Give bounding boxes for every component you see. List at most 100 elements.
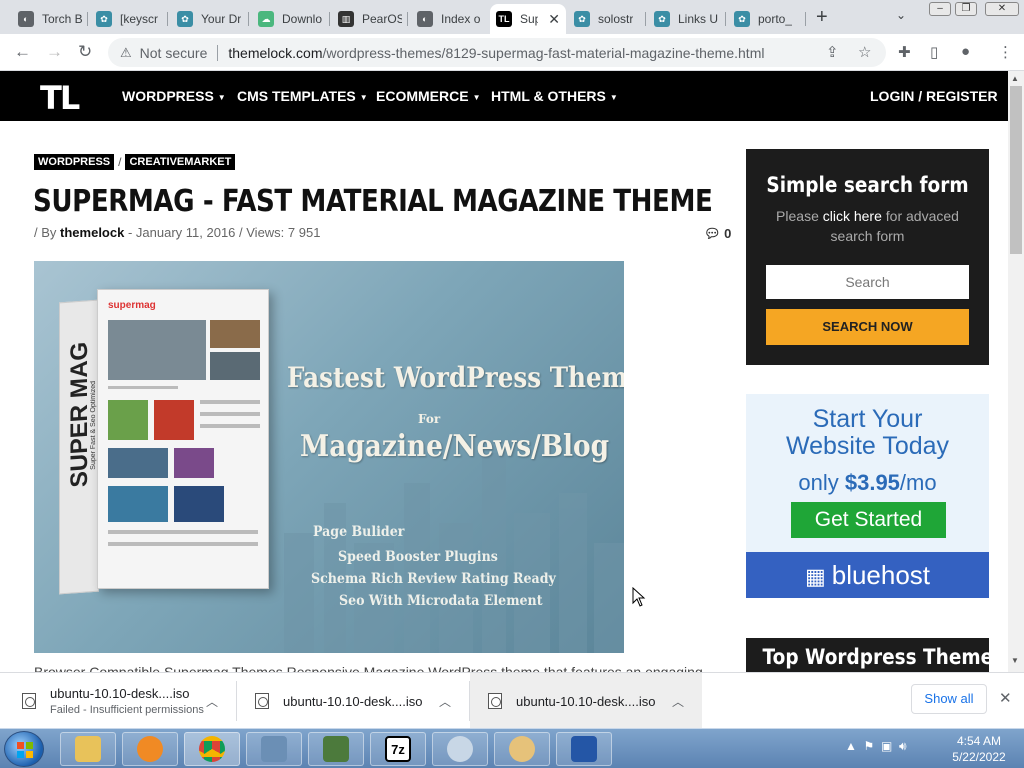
taskbar-clock[interactable]: 4:54 AM 5/22/2022 <box>944 733 1014 765</box>
iso-file-icon <box>22 693 36 709</box>
iso-file-icon <box>488 693 502 709</box>
tab-title: PearOS <box>362 12 402 26</box>
url-text[interactable]: themelock.com/wordpress-themes/8129-supe… <box>228 45 764 61</box>
comment-count-value: 0 <box>724 226 732 241</box>
category-wordpress[interactable]: WORDPRESS <box>34 154 115 170</box>
download-item[interactable]: ubuntu-10.10-desk....iso ︿ <box>237 673 469 729</box>
network-monitor-icon <box>323 736 349 762</box>
caret-down-icon: ▼ <box>472 92 481 102</box>
tab-favicon-icon: ✿ <box>734 11 750 27</box>
taskbar-chrome[interactable] <box>184 732 240 766</box>
close-downloads-icon[interactable]: ✕ <box>999 689 1012 707</box>
browser-tab[interactable]: ◐ Index o <box>411 4 487 34</box>
taskbar-explorer[interactable] <box>60 732 116 766</box>
system-tray-icons[interactable]: ▲ ⚑ ▣ 🔊︎ <box>845 739 907 754</box>
screenshot-logo: supermag <box>108 300 156 311</box>
feature-item: Speed Booster Plugins <box>338 549 498 565</box>
hero-for-label: For <box>418 412 441 426</box>
bookmark-star-icon[interactable]: ☆ <box>858 43 871 61</box>
taskbar-paint[interactable] <box>494 732 550 766</box>
taskbar-app-user[interactable] <box>246 732 302 766</box>
back-icon[interactable]: ← <box>14 42 31 62</box>
meta-by: / By <box>34 225 57 240</box>
start-button[interactable] <box>4 731 44 767</box>
forward-icon[interactable]: → <box>46 42 63 62</box>
top-themes-title: Top Wordpress Themes <box>762 645 989 669</box>
site-logo[interactable]: TL <box>40 79 80 117</box>
taskbar-7zip[interactable]: 7z <box>370 732 426 766</box>
caret-down-icon: ▼ <box>217 92 226 102</box>
menu-kebab-icon[interactable]: ⋮ <box>998 43 1013 61</box>
browser-tab[interactable]: ◐ Torch B <box>12 4 88 34</box>
download-item[interactable]: ubuntu-10.10-desk....iso ︿ <box>470 673 702 729</box>
hero-image[interactable]: SUPER MAG Super Fast & Seo Optimized sup… <box>34 261 624 653</box>
download-item[interactable]: ubuntu-10.10-desk....iso Failed - Insuff… <box>0 673 236 729</box>
chevron-up-icon[interactable]: ︿ <box>439 693 451 710</box>
box-spine: SUPER MAG Super Fast & Seo Optimized <box>59 299 99 595</box>
author-link[interactable]: themelock <box>60 225 124 240</box>
new-tab-button[interactable]: + <box>816 6 828 29</box>
minimize-button[interactable]: – <box>929 2 951 16</box>
tab-favicon-icon: ✿ <box>654 11 670 27</box>
browser-tab[interactable]: ✿ [keyscr <box>90 4 168 34</box>
warning-icon[interactable]: ⚠ <box>120 45 132 61</box>
show-all-downloads-button[interactable]: Show all <box>911 684 987 714</box>
tab-favicon-icon: ✿ <box>177 11 193 27</box>
address-bar[interactable]: ⚠ Not secure themelock.com/wordpress-the… <box>108 38 886 67</box>
nav-wordpress[interactable]: WORDPRESS ▼ <box>122 88 226 104</box>
tab-search-icon[interactable]: ⌄ <box>896 8 906 22</box>
browser-tab[interactable]: ✿ solostr <box>568 4 646 34</box>
nav-html-label: HTML & OTHERS <box>491 88 606 104</box>
url-path: /wordpress-themes/8129-supermag-fast-mat… <box>322 44 765 61</box>
profile-avatar-icon[interactable]: ● <box>961 43 970 60</box>
box-subtitle: Super Fast & Seo Optimized <box>90 380 97 470</box>
security-label[interactable]: Not secure <box>140 45 208 61</box>
ad-price-post: /mo <box>899 470 937 495</box>
taskbar-disc-burner[interactable] <box>432 732 488 766</box>
browser-tab[interactable]: ☁ Downlo <box>252 4 330 34</box>
nav-ecommerce[interactable]: ECOMMERCE ▼ <box>376 88 480 104</box>
download-filename: ubuntu-10.10-desk....iso <box>516 693 656 709</box>
side-panel-icon[interactable]: ▯ <box>930 43 938 61</box>
category-creativemarket[interactable]: CREATIVEMARKET <box>125 154 236 170</box>
close-window-button[interactable]: ✕ <box>985 2 1019 16</box>
comment-count[interactable]: 💬︎ 0 <box>704 226 731 242</box>
scroll-thumb[interactable] <box>1010 86 1022 254</box>
browser-tab[interactable]: ✿ porto_ <box>728 4 806 34</box>
reload-icon[interactable]: ↻ <box>78 42 92 62</box>
post-title: SUPERMAG - FAST MATERIAL MAGAZINE THEME <box>33 184 713 219</box>
bluehost-ad[interactable]: Start Your Website Today only $3.95/mo Ge… <box>746 394 989 598</box>
search-now-button[interactable]: SEARCH NOW <box>766 309 969 345</box>
taskbar-media-player[interactable] <box>122 732 178 766</box>
tab-title: Your Dr <box>201 12 242 26</box>
nav-html-others[interactable]: HTML & OTHERS ▼ <box>491 88 618 104</box>
get-started-button[interactable]: Get Started <box>791 502 946 538</box>
login-register-link[interactable]: LOGIN / REGISTER <box>870 88 998 104</box>
scroll-down-arrow[interactable]: ▼ <box>1011 656 1019 665</box>
category-separator: / <box>118 155 122 169</box>
taskbar-virtualbox[interactable] <box>556 732 612 766</box>
feature-item: Seo With Microdata Element <box>339 593 543 609</box>
chevron-up-icon[interactable]: ︿ <box>672 693 684 710</box>
share-icon[interactable]: ⇪ <box>826 43 839 61</box>
nav-cms-templates[interactable]: CMS TEMPLATES ▼ <box>237 88 368 104</box>
tab-favicon-icon: ◐ <box>417 11 433 27</box>
mouse-cursor-icon <box>632 587 646 607</box>
7zip-icon: 7z <box>385 736 411 762</box>
search-input[interactable]: Search <box>766 265 969 299</box>
restore-button[interactable]: ❐ <box>955 2 977 16</box>
extensions-icon[interactable]: ✚ <box>898 43 911 61</box>
tab-favicon-icon: ▥ <box>338 11 354 27</box>
browser-toolbar: ← → ↻ ⚠ Not secure themelock.com/wordpre… <box>0 34 1024 71</box>
advanced-search-link[interactable]: click here <box>823 208 882 224</box>
windows-taskbar: 7z ▲ ⚑ ▣ 🔊︎ 4:54 AM 5/22/2022 <box>0 728 1024 768</box>
download-filename: ubuntu-10.10-desk....iso <box>50 686 190 701</box>
scroll-up-arrow[interactable]: ▲ <box>1011 74 1019 83</box>
browser-tab[interactable]: ✿ Links U <box>648 4 726 34</box>
close-tab-icon[interactable]: ✕ <box>548 11 560 28</box>
chevron-up-icon[interactable]: ︿ <box>206 693 218 710</box>
taskbar-network[interactable] <box>308 732 364 766</box>
browser-tab[interactable]: TL Sup ✕ <box>490 4 566 34</box>
browser-tab[interactable]: ✿ Your Dr <box>171 4 249 34</box>
browser-tab[interactable]: ▥ PearOS <box>332 4 408 34</box>
